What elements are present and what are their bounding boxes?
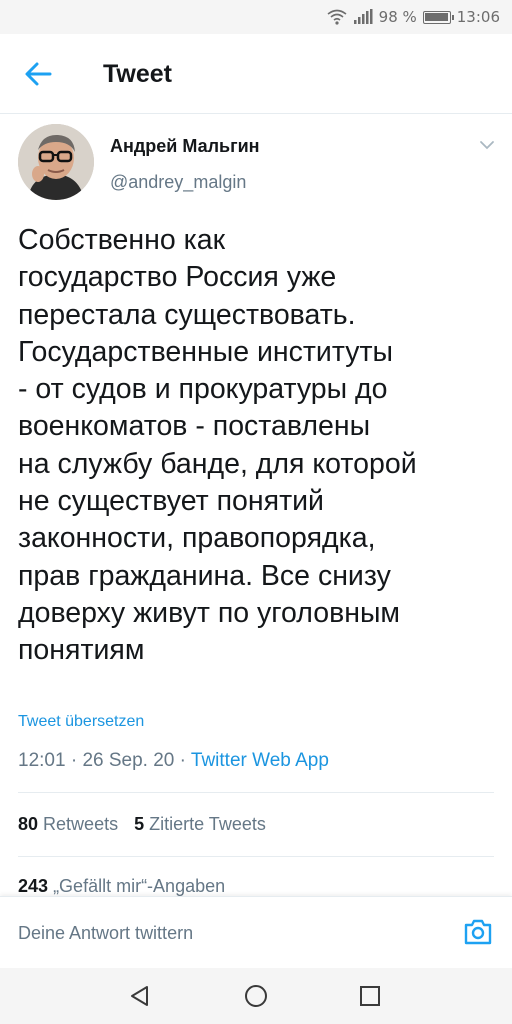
quotes-stat[interactable]: 5 Zitierte Tweets <box>134 814 266 834</box>
status-bar: 98 % 13:06 <box>0 0 512 34</box>
tweet-time: 12:01 <box>18 750 66 771</box>
likes-stat[interactable]: 243 „Gefällt mir“-Angaben <box>18 876 225 898</box>
camera-icon[interactable] <box>462 917 494 947</box>
quotes-count: 5 <box>134 814 145 834</box>
retweets-label: Retweets <box>43 814 119 834</box>
tweet-source-link[interactable]: Twitter Web App <box>191 750 329 771</box>
nav-recent-icon[interactable] <box>358 984 382 1008</box>
system-nav-bar <box>0 968 512 1024</box>
divider <box>18 792 494 793</box>
avatar-image <box>18 124 94 200</box>
likes-count: 243 <box>18 876 49 896</box>
tweet-text: Собственно как государство Россия уже пе… <box>18 224 417 667</box>
nav-home-icon[interactable] <box>243 983 269 1009</box>
chevron-down-icon[interactable] <box>478 138 496 152</box>
author-name[interactable]: Андрей Мальгин <box>110 136 260 157</box>
clock: 13:06 <box>456 8 500 26</box>
battery-icon <box>422 10 454 24</box>
meta-separator: · <box>174 750 191 771</box>
divider <box>18 856 494 857</box>
meta-separator: · <box>65 750 83 771</box>
tweet-meta: 12:01 · 26 Sep. 20 · Twitter Web App <box>18 750 329 772</box>
likes-label: „Gefällt mir“-Angaben <box>53 876 226 896</box>
avatar[interactable] <box>18 124 94 200</box>
tweet-stats: 80 Retweets 5 Zitierte Tweets <box>18 814 266 835</box>
translate-tweet-link[interactable]: Tweet übersetzen <box>18 713 144 731</box>
retweets-count: 80 <box>18 814 39 834</box>
status-icons: 98 % 13:06 <box>327 6 500 28</box>
retweets-stat[interactable]: 80 Retweets <box>18 814 118 834</box>
reply-bar: Deine Antwort twittern <box>0 896 512 968</box>
signal-icon <box>353 9 373 24</box>
page-title: Tweet <box>103 60 172 88</box>
back-arrow-icon[interactable] <box>22 58 54 90</box>
nav-back-icon[interactable] <box>128 984 152 1008</box>
reply-input[interactable]: Deine Antwort twittern <box>18 923 193 944</box>
battery-percent: 98 % <box>378 8 417 26</box>
author-handle[interactable]: @andrey_malgin <box>110 172 246 193</box>
wifi-icon <box>327 9 347 25</box>
quotes-label: Zitierte Tweets <box>149 814 266 834</box>
app-header: Tweet <box>0 34 512 114</box>
tweet-date: 26 Sep. 20 <box>82 750 175 771</box>
